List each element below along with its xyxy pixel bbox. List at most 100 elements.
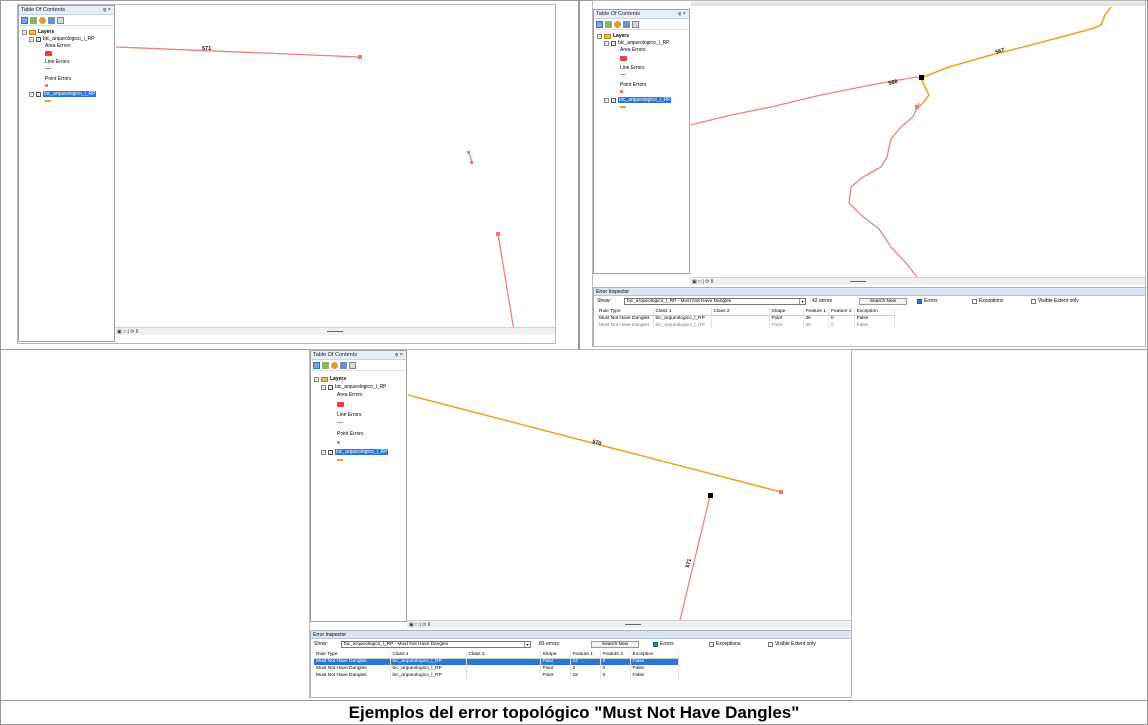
toc-pin-close-icon[interactable]: ȩ ×	[678, 10, 686, 19]
collapse-icon[interactable]: −	[314, 376, 319, 382]
dangle-line[interactable]	[679, 495, 711, 621]
map-canvas[interactable]: 567 568	[690, 6, 1146, 278]
list-by-source-icon[interactable]	[30, 16, 37, 24]
column-header[interactable]: Rule Type	[314, 651, 391, 659]
dangle-vertex-marker[interactable]	[708, 493, 713, 498]
column-header[interactable]: Class 2	[711, 308, 770, 316]
view-controls[interactable]: ▣ □ | ⟳ II	[409, 622, 431, 628]
column-header[interactable]: Class 1	[390, 651, 467, 659]
checkbox-checked-icon[interactable]	[917, 299, 922, 304]
exceptions-checkbox[interactable]: Exceptions	[709, 639, 740, 650]
visible-extent-checkbox[interactable]: Visible Extent only	[1031, 296, 1079, 307]
collapse-icon[interactable]: −	[321, 449, 326, 455]
point-error-marker[interactable]	[915, 105, 919, 109]
tree-row-topology-layer[interactable]: − ✓ bic_arqueologico_l_RP	[321, 384, 386, 390]
dangle-line[interactable]	[690, 76, 922, 126]
column-header[interactable]: Feature 1	[803, 308, 830, 316]
checkbox-checked-icon[interactable]	[653, 642, 658, 647]
checkbox-icon[interactable]	[1031, 299, 1036, 304]
exceptions-checkbox[interactable]: Exceptions	[972, 296, 1003, 307]
chevron-down-icon[interactable]: ▾	[799, 299, 805, 304]
tree-row-line-layer[interactable]: − ✓ bic_arqueologico_l_RP	[29, 91, 97, 97]
options-icon[interactable]	[349, 361, 356, 369]
checkbox-icon[interactable]	[972, 299, 977, 304]
chevron-down-icon[interactable]: ▾	[524, 642, 530, 647]
point-error-marker[interactable]	[779, 490, 783, 494]
collapse-icon[interactable]: −	[29, 91, 34, 97]
point-error-marker[interactable]	[358, 55, 362, 59]
checkbox-icon[interactable]	[768, 642, 773, 647]
selected-line[interactable]	[918, 77, 930, 108]
tree-row-layers[interactable]: − Layers	[597, 33, 629, 39]
column-header[interactable]: Class 2	[466, 651, 541, 659]
table-row[interactable]: Must Not Have Dangles bic_arqueologico_l…	[597, 315, 895, 322]
rule-filter-select[interactable]: bic_arqueologico_l_RP - Must Not Have Da…	[341, 641, 531, 648]
rule-filter-select[interactable]: bic_arqueologico_l_RP - Must Not Have Da…	[624, 298, 806, 305]
list-by-visibility-icon[interactable]	[614, 20, 621, 28]
collapse-icon[interactable]: −	[29, 36, 34, 42]
table-row[interactable]: Must Not Have Dangles bic_arqueologico_l…	[314, 672, 679, 679]
list-by-visibility-icon[interactable]	[39, 16, 46, 24]
column-header[interactable]: Rule Type	[597, 308, 654, 316]
view-controls[interactable]: ▣ □ | ⟳ II	[117, 329, 139, 335]
column-header[interactable]: Feature 2	[600, 651, 631, 659]
list-by-drawing-order-icon[interactable]	[596, 20, 603, 28]
collapse-icon[interactable]: −	[604, 40, 609, 46]
column-header[interactable]: Feature 1	[570, 651, 601, 659]
table-row-selected[interactable]: Must Not Have Dangles bic_arqueologico_l…	[314, 658, 679, 665]
tree-row-layers[interactable]: − Layers	[22, 29, 54, 35]
toc-pin-close-icon[interactable]: ȩ ×	[395, 351, 403, 360]
dangle-line[interactable]	[468, 152, 473, 163]
layer-visibility-checkbox[interactable]: ✓	[611, 40, 616, 46]
tree-row-line-layer[interactable]: − ✓ bic_arqueologico_l_RP	[604, 97, 672, 103]
point-error-marker[interactable]	[467, 151, 470, 154]
table-row[interactable]: Must Not Have Dangles bic_arqueologico_l…	[597, 322, 895, 329]
options-icon[interactable]	[57, 16, 64, 24]
selected-line[interactable]	[920, 6, 1112, 79]
column-header[interactable]: Feature 2	[828, 308, 855, 316]
checkbox-icon[interactable]	[709, 642, 714, 647]
collapse-icon[interactable]: −	[22, 29, 27, 35]
map-canvas[interactable]: 571	[115, 5, 556, 332]
layer-visibility-checkbox[interactable]: ✓	[36, 36, 41, 42]
layer-visibility-checkbox[interactable]: ✓	[328, 449, 333, 455]
list-by-source-icon[interactable]	[322, 361, 329, 369]
errors-checkbox[interactable]: Errors	[917, 296, 938, 307]
layer-name-selected[interactable]: bic_arqueologico_l_RP	[43, 91, 97, 97]
list-by-visibility-icon[interactable]	[331, 361, 338, 369]
layer-name-selected[interactable]: bic_arqueologico_l_RP	[335, 449, 389, 455]
list-by-drawing-order-icon[interactable]	[313, 361, 320, 369]
scroll-indicator[interactable]	[625, 624, 641, 625]
column-header[interactable]: Exception	[854, 308, 895, 316]
errors-checkbox[interactable]: Errors	[653, 639, 674, 650]
list-by-selection-icon[interactable]	[340, 361, 347, 369]
collapse-icon[interactable]: −	[604, 97, 609, 103]
dangle-line[interactable]	[497, 233, 515, 332]
column-header[interactable]: Class 1	[653, 308, 712, 316]
table-row[interactable]: Must Not Have Dangles bic_arqueologico_l…	[314, 665, 679, 672]
toc-pin-close-icon[interactable]: ȩ ×	[103, 6, 111, 15]
point-error-marker[interactable]	[496, 232, 500, 236]
dangle-line[interactable]	[115, 46, 361, 58]
search-now-button[interactable]: Search Now	[859, 298, 907, 305]
search-now-button[interactable]: Search Now	[591, 641, 639, 648]
view-controls[interactable]: ▣ □ | ⟳ II	[692, 279, 714, 285]
column-header[interactable]: Shape	[540, 651, 571, 659]
layer-visibility-checkbox[interactable]: ✓	[611, 97, 616, 103]
list-by-selection-icon[interactable]	[48, 16, 55, 24]
column-header[interactable]: Shape	[769, 308, 804, 316]
collapse-icon[interactable]: −	[597, 33, 602, 39]
dangle-vertex-marker[interactable]	[919, 75, 924, 80]
layer-visibility-checkbox[interactable]: ✓	[328, 384, 333, 390]
list-by-selection-icon[interactable]	[623, 20, 630, 28]
list-by-source-icon[interactable]	[605, 20, 612, 28]
list-by-drawing-order-icon[interactable]	[21, 16, 28, 24]
tree-row-layers[interactable]: − Layers	[314, 376, 346, 382]
tree-row-topology-layer[interactable]: − ✓ bic_arqueologico_l_RP	[29, 36, 94, 42]
collapse-icon[interactable]: −	[321, 384, 326, 390]
tree-row-line-layer[interactable]: − ✓ bic_arqueologico_l_RP	[321, 449, 389, 455]
scroll-indicator[interactable]	[327, 331, 343, 332]
scroll-indicator[interactable]	[850, 281, 866, 282]
visible-extent-checkbox[interactable]: Visible Extent only	[768, 639, 816, 650]
options-icon[interactable]	[632, 20, 639, 28]
